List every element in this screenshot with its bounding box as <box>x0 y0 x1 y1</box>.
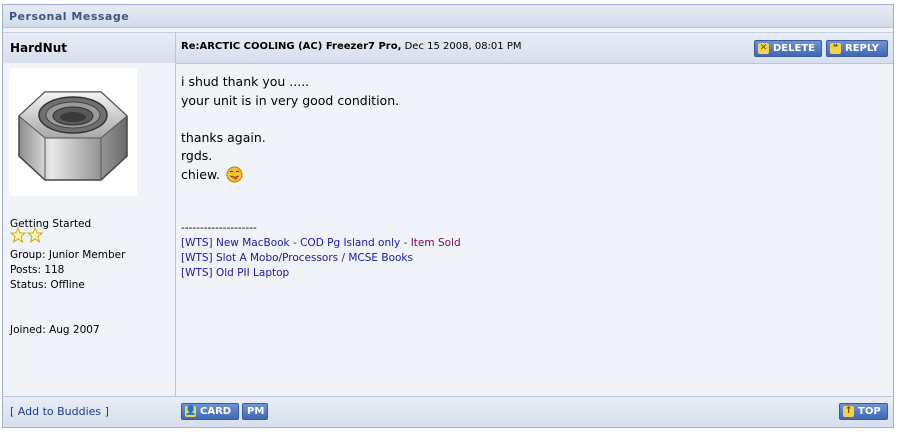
panel-title: Personal Message <box>9 10 130 23</box>
column-divider <box>175 32 176 396</box>
message-line: chiew. <box>181 166 221 182</box>
message-line: i shud thank you ..... <box>181 74 310 89</box>
post-subject: Re:ARCTIC COOLING (AC) Freezer7 Pro, Dec… <box>181 41 522 52</box>
star-icon <box>26 226 44 244</box>
hex-nut-icon <box>18 91 128 181</box>
author-name[interactable]: HardNut <box>10 41 67 55</box>
delete-button[interactable]: ✕ DELETE <box>754 40 822 57</box>
card-label: CARD <box>200 406 232 417</box>
message-body: i shud thank you ..... your unit is in v… <box>181 73 399 184</box>
profile-status: Status: Offline <box>10 279 85 291</box>
personal-message-panel: Personal Message HardNut Re:ARCTIC COOLI… <box>2 4 894 428</box>
avatar[interactable] <box>9 68 137 196</box>
item-sold-label: Item Sold <box>410 237 461 249</box>
post-footer: [ Add to Buddies ] 👤 CARD PM ↑ TOP <box>3 396 893 427</box>
post-datetime: Dec 15 2008, 08:01 PM <box>404 41 522 52</box>
reply-button[interactable]: ❝ REPLY <box>826 40 888 57</box>
arrow-up-icon: ↑ <box>843 406 854 417</box>
pm-label: PM <box>247 406 265 417</box>
add-to-buddies-link[interactable]: [ Add to Buddies ] <box>10 405 109 418</box>
signature-link-text[interactable]: [WTS] New MacBook - COD Pg Island only - <box>181 237 411 249</box>
author-profile: Getting Started Group: Junior Member Pos… <box>3 63 175 399</box>
panel-titlebar: Personal Message <box>3 5 893 28</box>
subject-title: Re:ARCTIC COOLING (AC) Freezer7 Pro, <box>181 41 402 52</box>
top-button[interactable]: ↑ TOP <box>839 403 888 420</box>
reply-label: REPLY <box>845 43 879 54</box>
delete-icon: ✕ <box>758 43 769 54</box>
signature-separator: -------------------- <box>181 222 257 234</box>
top-label: TOP <box>858 406 881 417</box>
delete-label: DELETE <box>773 43 815 54</box>
message-line-with-emoticon: chiew. <box>181 166 399 185</box>
signature-link-laptop[interactable]: [WTS] Old PII Laptop <box>181 267 289 279</box>
card-button[interactable]: 👤 CARD <box>181 403 239 420</box>
profile-posts: Posts: 118 <box>10 264 65 276</box>
message-line: your unit is in very good condition. <box>181 92 400 108</box>
profile-joined: Joined: Aug 2007 <box>10 324 100 336</box>
signature-link-macbook[interactable]: [WTS] New MacBook - COD Pg Island only -… <box>181 236 461 251</box>
post-header: HardNut Re:ARCTIC COOLING (AC) Freezer7 … <box>3 32 893 64</box>
quote-icon: ❝ <box>830 43 841 54</box>
rank-stars <box>9 226 44 247</box>
tongue-smiley-icon <box>226 166 243 182</box>
pm-button[interactable]: PM <box>242 403 268 420</box>
signature: -------------------- [WTS] New MacBook -… <box>181 221 461 281</box>
message-line: rgds. <box>181 148 213 163</box>
message-line: thanks again. <box>181 129 266 145</box>
user-card-icon: 👤 <box>185 406 197 417</box>
star-icon <box>9 226 27 244</box>
profile-group: Group: Junior Member <box>10 249 126 261</box>
signature-link-mobo[interactable]: [WTS] Slot A Mobo/Processors / MCSE Book… <box>181 252 413 264</box>
